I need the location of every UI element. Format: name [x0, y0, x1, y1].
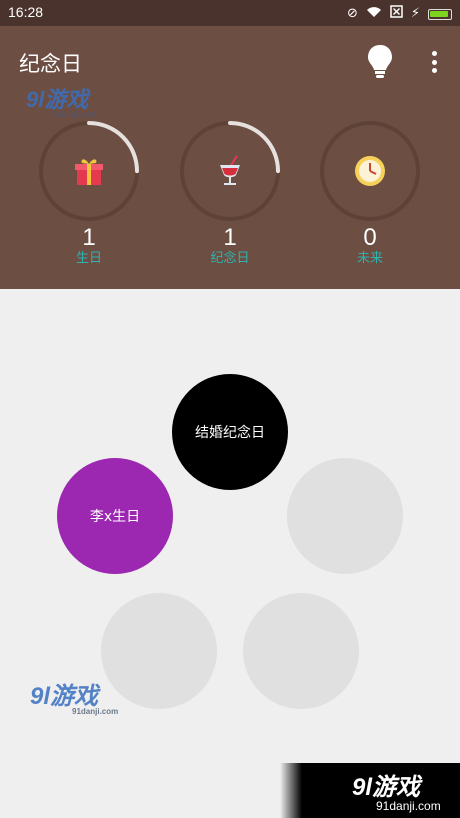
watermark-logo: 9l游戏 91danji.com: [30, 683, 119, 716]
lightbulb-icon[interactable]: [366, 44, 394, 80]
watermark-logo: 9l游戏 91danji.com: [26, 87, 97, 119]
stat-future[interactable]: 0 未来: [318, 119, 422, 267]
cocktail-icon: [214, 155, 246, 187]
gift-icon: [73, 155, 105, 187]
clock-icon: [354, 155, 386, 187]
battery-icon: [428, 8, 452, 20]
stat-birthday[interactable]: 1 生日: [37, 119, 141, 267]
stat-anniversary[interactable]: 1 纪念日: [178, 119, 282, 267]
empty-bubble[interactable]: [287, 458, 403, 574]
status-bar: 16:28 ⊘ ⚡: [0, 0, 460, 26]
stat-label: 生日: [75, 251, 102, 266]
more-vert-icon[interactable]: [426, 48, 442, 76]
mute-icon: ⊘: [346, 6, 358, 21]
page-title: 纪念日: [19, 52, 82, 76]
charging-icon: ⚡: [410, 6, 420, 21]
anniversary-bubble[interactable]: 结婚纪念日: [172, 374, 288, 490]
stat-label: 未来: [356, 251, 383, 266]
corner-watermark-logo: 9l游戏 91danji.com: [280, 763, 460, 818]
stat-count: 1: [223, 224, 237, 251]
status-time: 16:28: [8, 4, 44, 20]
empty-bubble[interactable]: [101, 593, 217, 709]
header: 纪念日 9l游戏 91danji.com 1 生日 1 纪念日 0 未来: [0, 26, 460, 289]
stat-count: 0: [363, 224, 377, 251]
birthday-bubble[interactable]: 李x生日: [57, 458, 173, 574]
stat-count: 1: [82, 224, 96, 251]
stat-label: 纪念日: [210, 251, 250, 266]
status-icons: ⊘ ⚡: [347, 5, 452, 23]
empty-bubble[interactable]: [243, 593, 359, 709]
wifi-icon: [366, 6, 382, 23]
sim-off-icon: [390, 5, 403, 23]
